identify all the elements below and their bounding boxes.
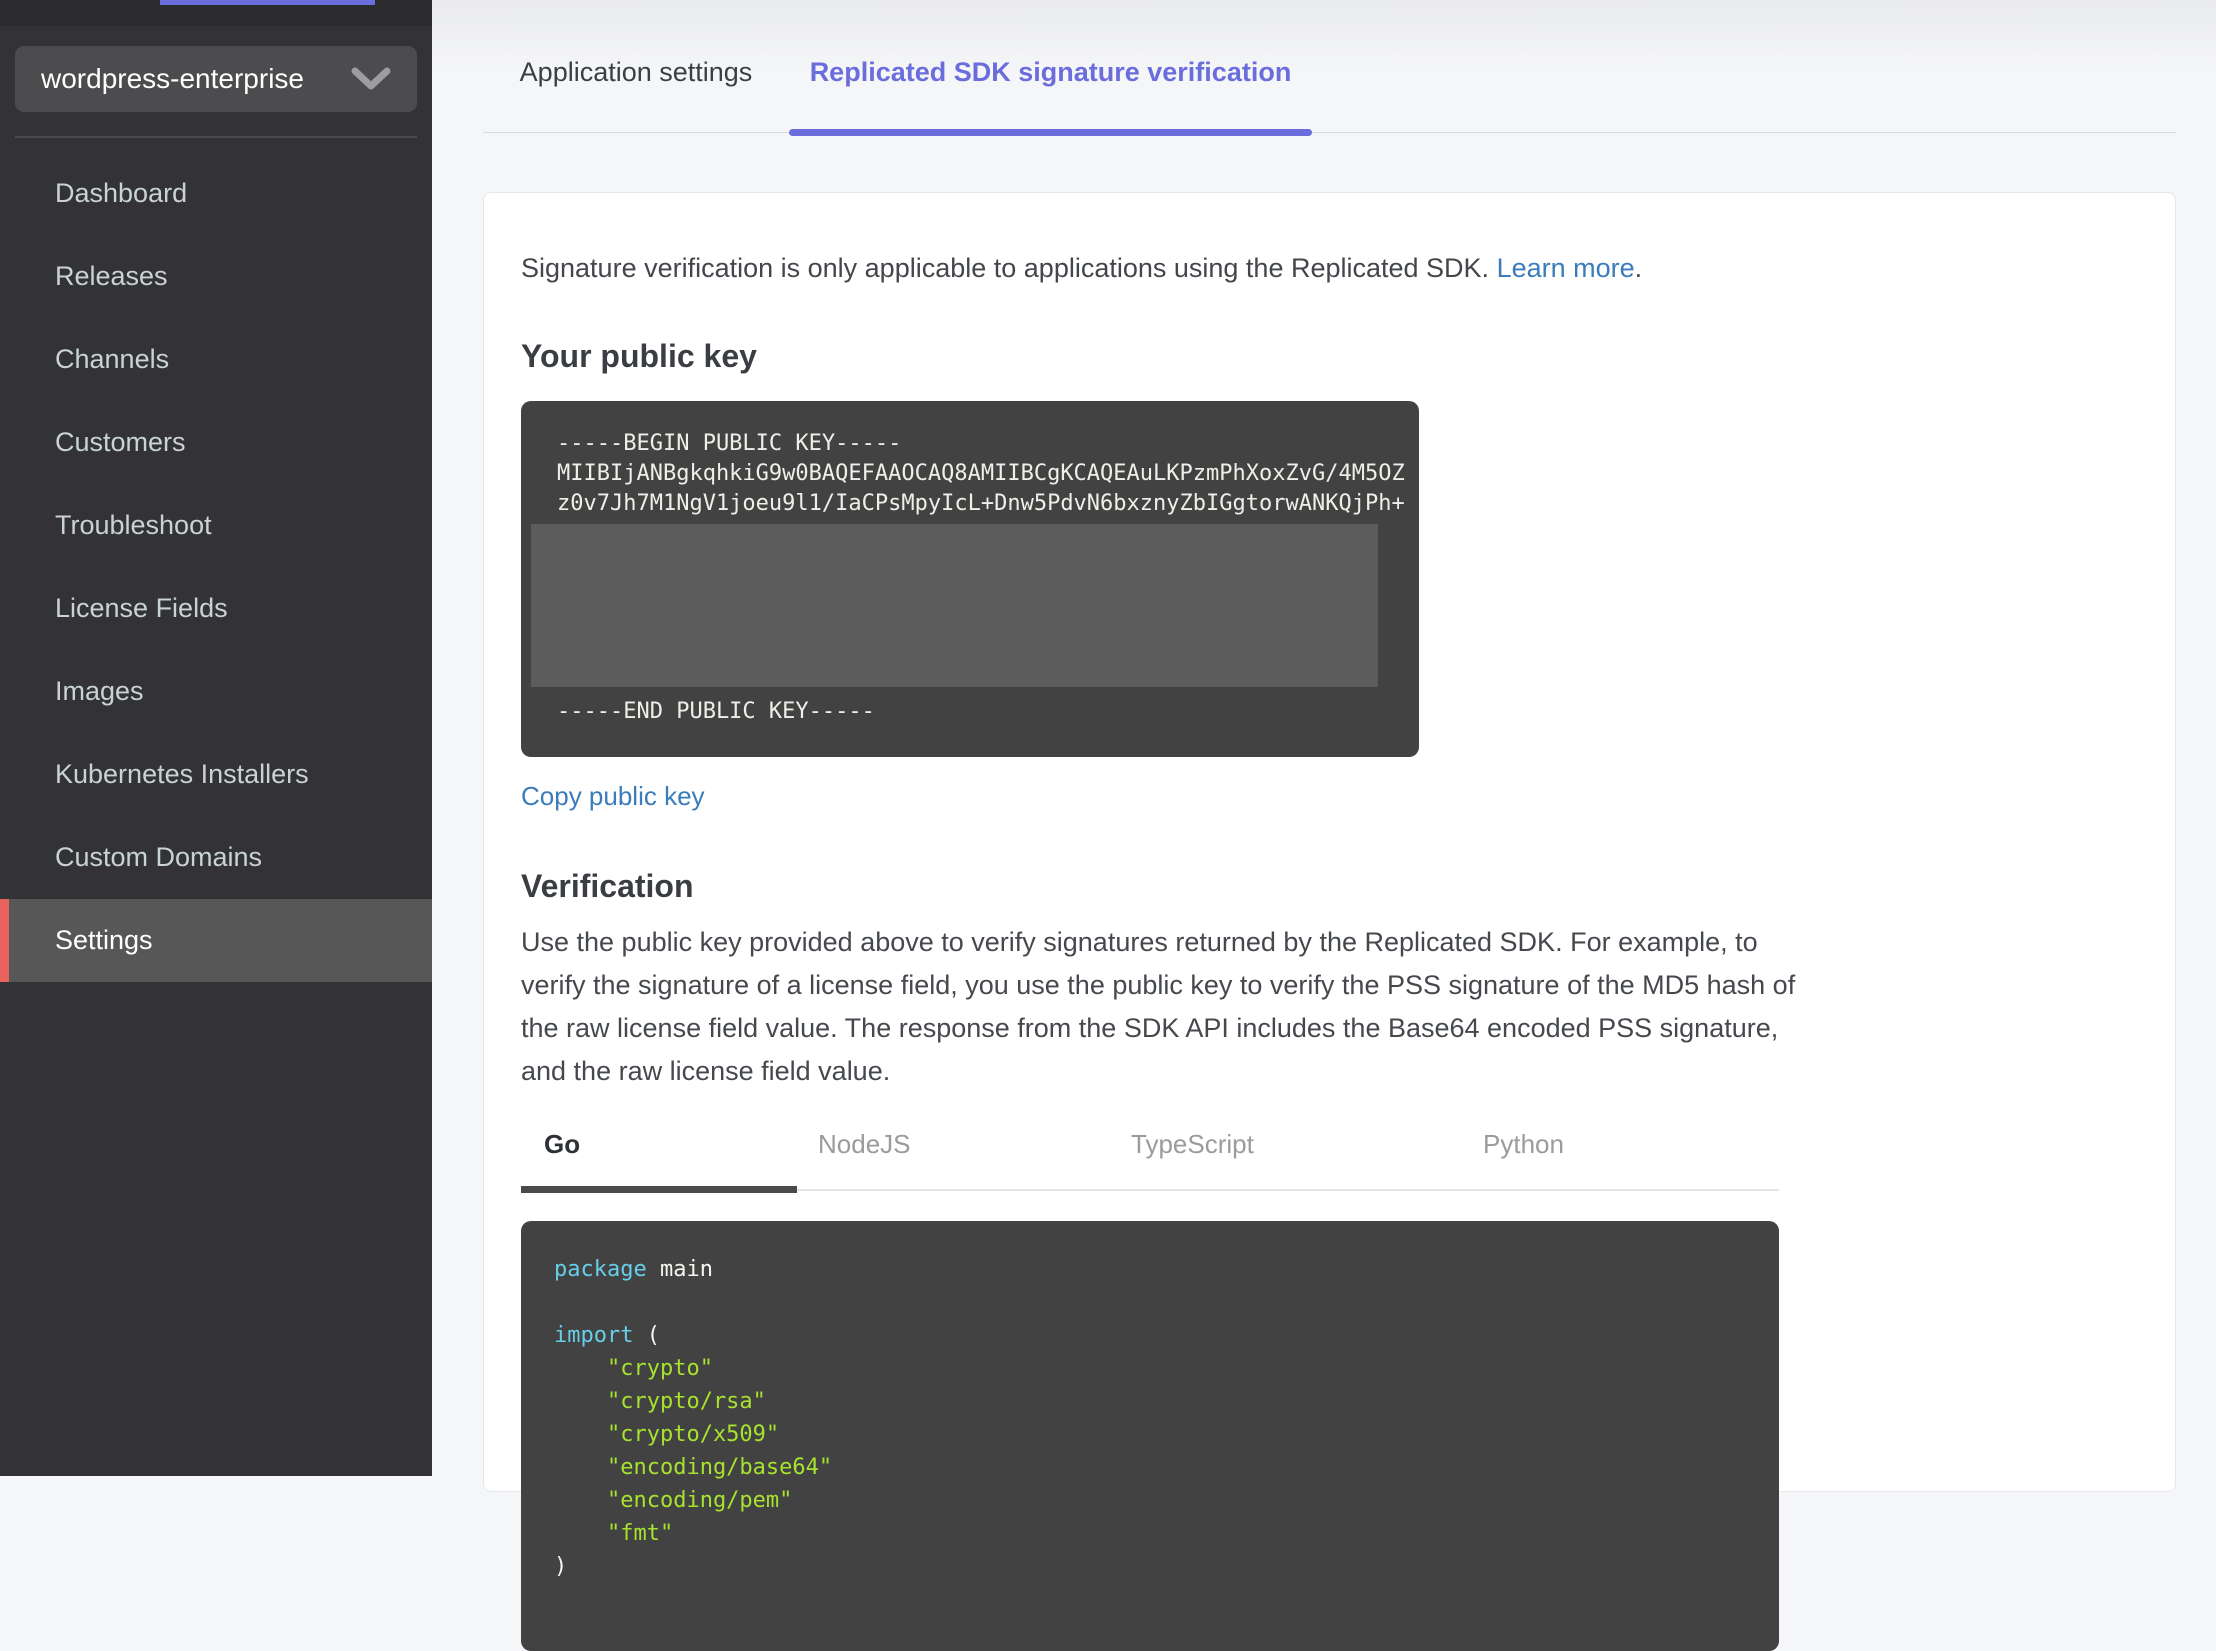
code-line-import: "encoding/base64"	[554, 1455, 833, 1480]
app-selector-label: wordpress-enterprise	[41, 63, 304, 94]
tab-application-settings[interactable]: Application settings	[483, 12, 789, 132]
sidebar-item-license-fields[interactable]: License Fields	[0, 567, 432, 650]
code-line-import: "fmt"	[554, 1521, 674, 1546]
code-language-tabs: Go NodeJS TypeScript Python	[521, 1121, 1779, 1193]
go-code-block: package main import ( "crypto" "crypto/r…	[521, 1221, 1779, 1651]
code-tab-python[interactable]: Python	[1483, 1129, 1564, 1160]
code-tab-typescript[interactable]: TypeScript	[1131, 1129, 1254, 1160]
public-key-begin-line: -----BEGIN PUBLIC KEY-----	[557, 431, 902, 456]
public-key-line: z0v7Jh7M1NgV1joeu9l1/IaCPsMpyIcL+Dnw5Pdv…	[557, 491, 1405, 516]
sidebar-item-settings[interactable]: Settings	[0, 899, 432, 982]
sidebar-item-troubleshoot[interactable]: Troubleshoot	[0, 484, 432, 567]
sidebar-item-kubernetes-installers[interactable]: Kubernetes Installers	[0, 733, 432, 816]
code-line-import: "crypto/rsa"	[554, 1389, 766, 1414]
code-line: import (	[554, 1319, 1779, 1352]
selected-text-highlight	[531, 524, 1378, 687]
code-tab-go[interactable]: Go	[544, 1129, 580, 1160]
code-line-import: "encoding/pem"	[554, 1488, 793, 1513]
intro-text-main: Signature verification is only applicabl…	[521, 253, 1497, 283]
active-indicator	[0, 899, 9, 982]
public-key-end-line: -----END PUBLIC KEY-----	[557, 699, 875, 724]
code-line-import: "crypto/x509"	[554, 1422, 780, 1447]
sidebar-item-dashboard[interactable]: Dashboard	[0, 152, 432, 235]
signature-verification-card: Signature verification is only applicabl…	[483, 192, 2176, 1651]
code-tab-nodejs[interactable]: NodeJS	[818, 1129, 911, 1160]
intro-text-suffix: .	[1634, 253, 1643, 283]
sidebar-item-label: Settings	[55, 925, 153, 955]
active-code-tab-underline	[521, 1186, 797, 1193]
sidebar-item-images[interactable]: Images	[0, 650, 432, 733]
tab-label: Replicated SDK signature verification	[809, 56, 1292, 87]
copy-public-key-link[interactable]: Copy public key	[521, 781, 705, 812]
sidebar-item-custom-domains[interactable]: Custom Domains	[0, 816, 432, 899]
code-token-keyword: package	[554, 1257, 647, 1282]
sidebar-item-customers[interactable]: Customers	[0, 401, 432, 484]
verification-heading: Verification	[521, 868, 694, 904]
intro-text: Signature verification is only applicabl…	[521, 253, 2138, 284]
top-accent-bar	[160, 0, 375, 5]
code-token-plain: (	[633, 1323, 660, 1348]
code-token-plain: main	[646, 1257, 713, 1282]
code-line: package main	[554, 1253, 1779, 1286]
public-key-heading: Your public key	[521, 338, 757, 374]
tab-replicated-sdk-signature-verification[interactable]: Replicated SDK signature verification	[789, 12, 1312, 136]
active-tab-underline	[789, 129, 1312, 136]
sidebar-divider	[15, 136, 417, 138]
public-key-line: MIIBIjANBgkqhkiG9w0BAQEFAAOCAQ8AMIIBCgKC…	[557, 461, 1405, 486]
learn-more-link[interactable]: Learn more	[1497, 253, 1635, 283]
public-key-textarea[interactable]: -----BEGIN PUBLIC KEY----- MIIBIjANBgkqh…	[521, 401, 1419, 757]
code-line-import: "crypto"	[554, 1356, 713, 1381]
main-content: Application settings Replicated SDK sign…	[432, 0, 2216, 1651]
chevron-down-icon	[349, 65, 393, 93]
settings-tabs: Application settings Replicated SDK sign…	[483, 0, 2176, 136]
code-line: )	[554, 1554, 568, 1579]
code-token-keyword: import	[554, 1323, 634, 1348]
app-selector-dropdown[interactable]: wordpress-enterprise	[15, 46, 417, 112]
sidebar-item-channels[interactable]: Channels	[0, 318, 432, 401]
sidebar: wordpress-enterprise Dashboard Releases …	[0, 0, 432, 1476]
sidebar-item-releases[interactable]: Releases	[0, 235, 432, 318]
sidebar-nav: Dashboard Releases Channels Customers Tr…	[0, 152, 432, 982]
verification-description: Use the public key provided above to ver…	[521, 927, 1796, 1086]
